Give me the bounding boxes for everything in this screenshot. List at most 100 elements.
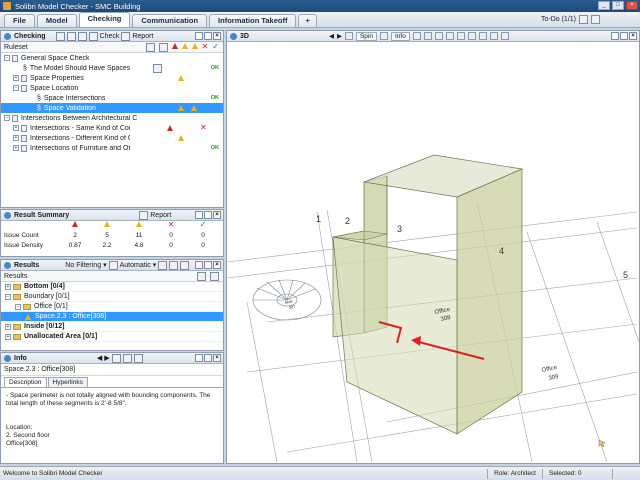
expand-icon[interactable]: + <box>5 323 11 330</box>
collapse-icon[interactable]: − <box>5 293 11 300</box>
panel-restore-icon[interactable] <box>195 261 203 269</box>
filter-icon[interactable] <box>145 42 155 52</box>
result-row[interactable]: + Unallocated Area [0/1] <box>1 332 223 342</box>
collapse-icon[interactable]: − <box>4 115 10 121</box>
result-row[interactable]: − Office [0/1] <box>1 302 223 312</box>
model-viewport[interactable]: 1 2 3 4 5 Office 308 Office 309 Stair 30… <box>227 42 639 463</box>
info-view-icon[interactable] <box>122 353 132 363</box>
panel-restore-icon[interactable] <box>195 211 203 219</box>
rule-row[interactable]: − Intersections Between Architectural C <box>1 113 223 123</box>
panel-restore-icon[interactable] <box>195 32 203 40</box>
panel-close-icon[interactable]: × <box>629 32 637 40</box>
results-options-icon[interactable] <box>180 260 190 270</box>
panel-maximize-icon[interactable] <box>204 211 212 219</box>
rule-row[interactable]: + Intersections - Different Kind of C <box>1 133 223 143</box>
tab-file[interactable]: File <box>4 14 35 27</box>
previous-icon[interactable]: ◀ <box>97 354 102 362</box>
summary-report-button[interactable]: Report <box>150 212 171 219</box>
tab-model[interactable]: Model <box>36 14 77 27</box>
todo-menu-icon[interactable] <box>579 15 588 24</box>
camera-icon[interactable] <box>489 32 498 40</box>
next-icon[interactable]: ▶ <box>104 354 109 362</box>
isolate-icon[interactable] <box>434 32 443 40</box>
minimize-icon[interactable]: _ <box>598 1 610 10</box>
results-columns-icon[interactable] <box>197 271 206 281</box>
panel-maximize-icon[interactable] <box>204 32 212 40</box>
ruleset-options-icon[interactable] <box>77 31 87 41</box>
filter-dropdown-arrow-icon[interactable]: ▾ <box>103 261 107 269</box>
filter-dropdown[interactable]: No Filtering <box>65 262 101 269</box>
tab-add[interactable]: + <box>298 14 317 27</box>
result-row-selected[interactable]: Space.2.3 : Office[308] <box>1 312 223 322</box>
expand-icon[interactable]: + <box>13 145 19 151</box>
collapse-all-icon[interactable] <box>169 260 179 270</box>
tab-checking[interactable]: Checking <box>78 12 131 27</box>
select-icon[interactable] <box>344 32 353 40</box>
panel-close-icon[interactable]: × <box>213 354 221 362</box>
hide-icon[interactable] <box>412 32 421 40</box>
todo-label[interactable]: To-Do (1/1) <box>541 16 576 23</box>
expand-all-icon[interactable] <box>158 260 168 270</box>
info-dropdown[interactable]: Info <box>390 31 410 41</box>
panel-maximize-icon[interactable] <box>620 32 628 40</box>
check-icon[interactable] <box>88 31 98 41</box>
rule-row[interactable]: § The Model Should Have Spaces OK <box>1 63 223 73</box>
grouping-icon[interactable] <box>108 260 118 270</box>
grouping-dropdown-arrow-icon[interactable]: ▾ <box>153 261 157 269</box>
check-button[interactable]: Check <box>100 33 120 40</box>
tab-communication[interactable]: Communication <box>132 14 208 27</box>
panel-restore-icon[interactable] <box>195 354 203 362</box>
result-row[interactable]: + Bottom [0/4] <box>1 282 223 292</box>
report-icon[interactable] <box>121 31 131 41</box>
results-view-icon[interactable] <box>210 271 219 281</box>
rule-row-selected[interactable]: § Space Validation <box>1 103 223 113</box>
info-options-icon[interactable] <box>111 353 121 363</box>
expand-icon[interactable]: + <box>13 125 19 131</box>
expand-icon[interactable]: + <box>5 333 11 340</box>
close-icon[interactable]: × <box>626 1 638 10</box>
transparency-icon[interactable] <box>423 32 432 40</box>
expand-icon[interactable]: + <box>5 283 11 290</box>
rule-row[interactable]: + Intersections of Furniture and Oth OK <box>1 143 223 153</box>
panel-close-icon[interactable]: × <box>213 211 221 219</box>
pan-icon[interactable] <box>379 32 388 40</box>
expand-icon[interactable]: + <box>13 135 19 141</box>
collapse-icon[interactable]: − <box>4 55 10 61</box>
todo-settings-icon[interactable] <box>591 15 600 24</box>
result-row[interactable]: + Inside [0/12] <box>1 322 223 332</box>
save-ruleset-icon[interactable] <box>66 31 76 41</box>
rule-row[interactable]: − Space Location <box>1 83 223 93</box>
rule-row[interactable]: − General Space Check <box>1 53 223 63</box>
parameters-icon[interactable] <box>158 42 168 52</box>
back-arrow-icon[interactable]: ◀ <box>329 32 334 40</box>
rule-parameters-icon[interactable] <box>153 63 162 73</box>
summary-report-icon[interactable] <box>139 210 149 220</box>
slide-icon[interactable] <box>478 32 487 40</box>
fit-icon[interactable] <box>445 32 454 40</box>
grouping-dropdown[interactable]: Automatic <box>120 262 151 269</box>
tab-information-takeoff[interactable]: Information Takeoff <box>209 14 297 27</box>
result-row[interactable]: − Boundary [0/1] <box>1 292 223 302</box>
measure-icon[interactable] <box>456 32 465 40</box>
spin-dropdown[interactable]: Spin <box>355 31 377 41</box>
tab-description[interactable]: Description <box>4 377 47 387</box>
tab-hyperlinks[interactable]: Hyperlinks <box>47 377 88 387</box>
rule-row[interactable]: § Space Intersections OK <box>1 93 223 103</box>
panel-restore-icon[interactable] <box>611 32 619 40</box>
info-print-icon[interactable] <box>133 353 143 363</box>
maximize-icon[interactable]: □ <box>612 1 624 10</box>
view-settings-icon[interactable] <box>500 32 509 40</box>
report-button[interactable]: Report <box>132 33 153 40</box>
collapse-icon[interactable]: − <box>13 85 19 91</box>
space-volume[interactable] <box>332 154 524 435</box>
collapse-icon[interactable]: − <box>15 303 21 310</box>
panel-maximize-icon[interactable] <box>204 354 212 362</box>
section-icon[interactable] <box>467 32 476 40</box>
panel-close-icon[interactable]: × <box>213 261 221 269</box>
open-ruleset-icon[interactable] <box>55 31 65 41</box>
rule-row[interactable]: + Intersections - Same Kind of Comp ✕ <box>1 123 223 133</box>
panel-maximize-icon[interactable] <box>204 261 212 269</box>
forward-arrow-icon[interactable]: ▶ <box>337 32 342 40</box>
rule-row[interactable]: + Space Properties <box>1 73 223 83</box>
expand-icon[interactable]: + <box>13 75 19 81</box>
